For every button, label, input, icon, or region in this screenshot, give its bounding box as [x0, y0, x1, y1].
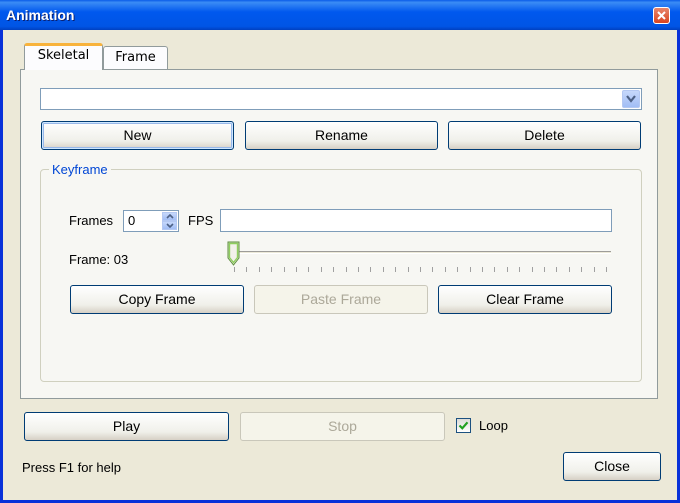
fps-label: FPS — [188, 213, 214, 228]
frames-label: Frames — [69, 213, 114, 228]
slider-tick — [506, 267, 508, 272]
delete-button[interactable]: Delete — [448, 121, 641, 150]
new-button[interactable]: New — [41, 121, 234, 150]
slider-tick — [531, 267, 533, 272]
slider-tick — [568, 267, 570, 272]
slider-tick — [234, 267, 235, 272]
tab-skeletal[interactable]: Skeletal — [24, 43, 103, 70]
chevron-down-icon — [626, 95, 636, 103]
frames-spin-up-button[interactable] — [162, 212, 177, 221]
animation-select[interactable] — [40, 88, 642, 110]
slider-tick — [271, 267, 273, 272]
play-button[interactable]: Play — [24, 412, 229, 441]
fps-input[interactable] — [220, 209, 612, 232]
spin-down-icon — [166, 223, 174, 228]
tab-skeletal-label: Skeletal — [37, 48, 90, 63]
slider-tick — [382, 267, 384, 272]
slider-tick — [308, 267, 310, 272]
keyframe-group — [40, 169, 642, 382]
slider-tick — [358, 267, 359, 272]
slider-tick — [370, 267, 372, 272]
copy-frame-button[interactable]: Copy Frame — [70, 285, 244, 314]
clear-frame-button[interactable]: Clear Frame — [438, 285, 612, 314]
slider-tick — [283, 267, 285, 272]
slider-tick — [432, 267, 434, 272]
slider-tick — [345, 267, 347, 272]
slider-tick — [606, 267, 607, 272]
slider-tick — [320, 267, 322, 272]
animation-select-dropdown-button[interactable] — [622, 90, 640, 108]
slider-thumb-icon[interactable] — [227, 241, 240, 267]
paste-frame-button[interactable]: Paste Frame — [254, 285, 428, 314]
slider-tick — [457, 267, 459, 272]
slider-tick — [593, 267, 595, 272]
frames-spin-down-button[interactable] — [162, 221, 177, 230]
slider-tick — [395, 267, 397, 272]
slider-tick — [556, 267, 558, 272]
slider-tick — [444, 267, 446, 272]
slider-tick — [258, 267, 260, 272]
keyframe-group-legend: Keyframe — [49, 162, 111, 177]
slider-tick — [494, 267, 496, 272]
animation-window: Animation Skeletal Frame New Rename Dele… — [0, 0, 680, 503]
frames-spinner[interactable]: 0 — [123, 210, 179, 232]
slider-tick — [407, 267, 409, 272]
slider-tick — [246, 267, 248, 272]
slider-tick — [420, 267, 421, 272]
slider-tick — [581, 267, 583, 272]
slider-tick — [333, 267, 335, 272]
stop-button[interactable]: Stop — [240, 412, 445, 441]
slider-tick — [519, 267, 521, 272]
loop-checkbox[interactable] — [456, 418, 471, 433]
title-bar: Animation — [0, 0, 680, 30]
loop-label[interactable]: Loop — [479, 418, 508, 433]
window-title: Animation — [6, 7, 75, 23]
close-window-button[interactable] — [653, 7, 670, 24]
close-button[interactable]: Close — [563, 452, 661, 481]
slider-tick — [469, 267, 471, 272]
slider-tick — [544, 267, 545, 272]
close-icon — [657, 11, 666, 20]
tab-frame-label: Frame — [115, 50, 156, 65]
tab-frame[interactable]: Frame — [103, 46, 168, 70]
checkmark-icon — [458, 421, 469, 430]
help-text: Press F1 for help — [22, 460, 121, 475]
frame-slider-track[interactable] — [233, 251, 611, 254]
rename-button[interactable]: Rename — [245, 121, 438, 150]
slider-tick — [296, 267, 297, 272]
spin-up-icon — [166, 214, 174, 219]
frame-label: Frame: 03 — [69, 252, 129, 267]
slider-tick — [482, 267, 483, 272]
frames-value: 0 — [128, 213, 136, 228]
